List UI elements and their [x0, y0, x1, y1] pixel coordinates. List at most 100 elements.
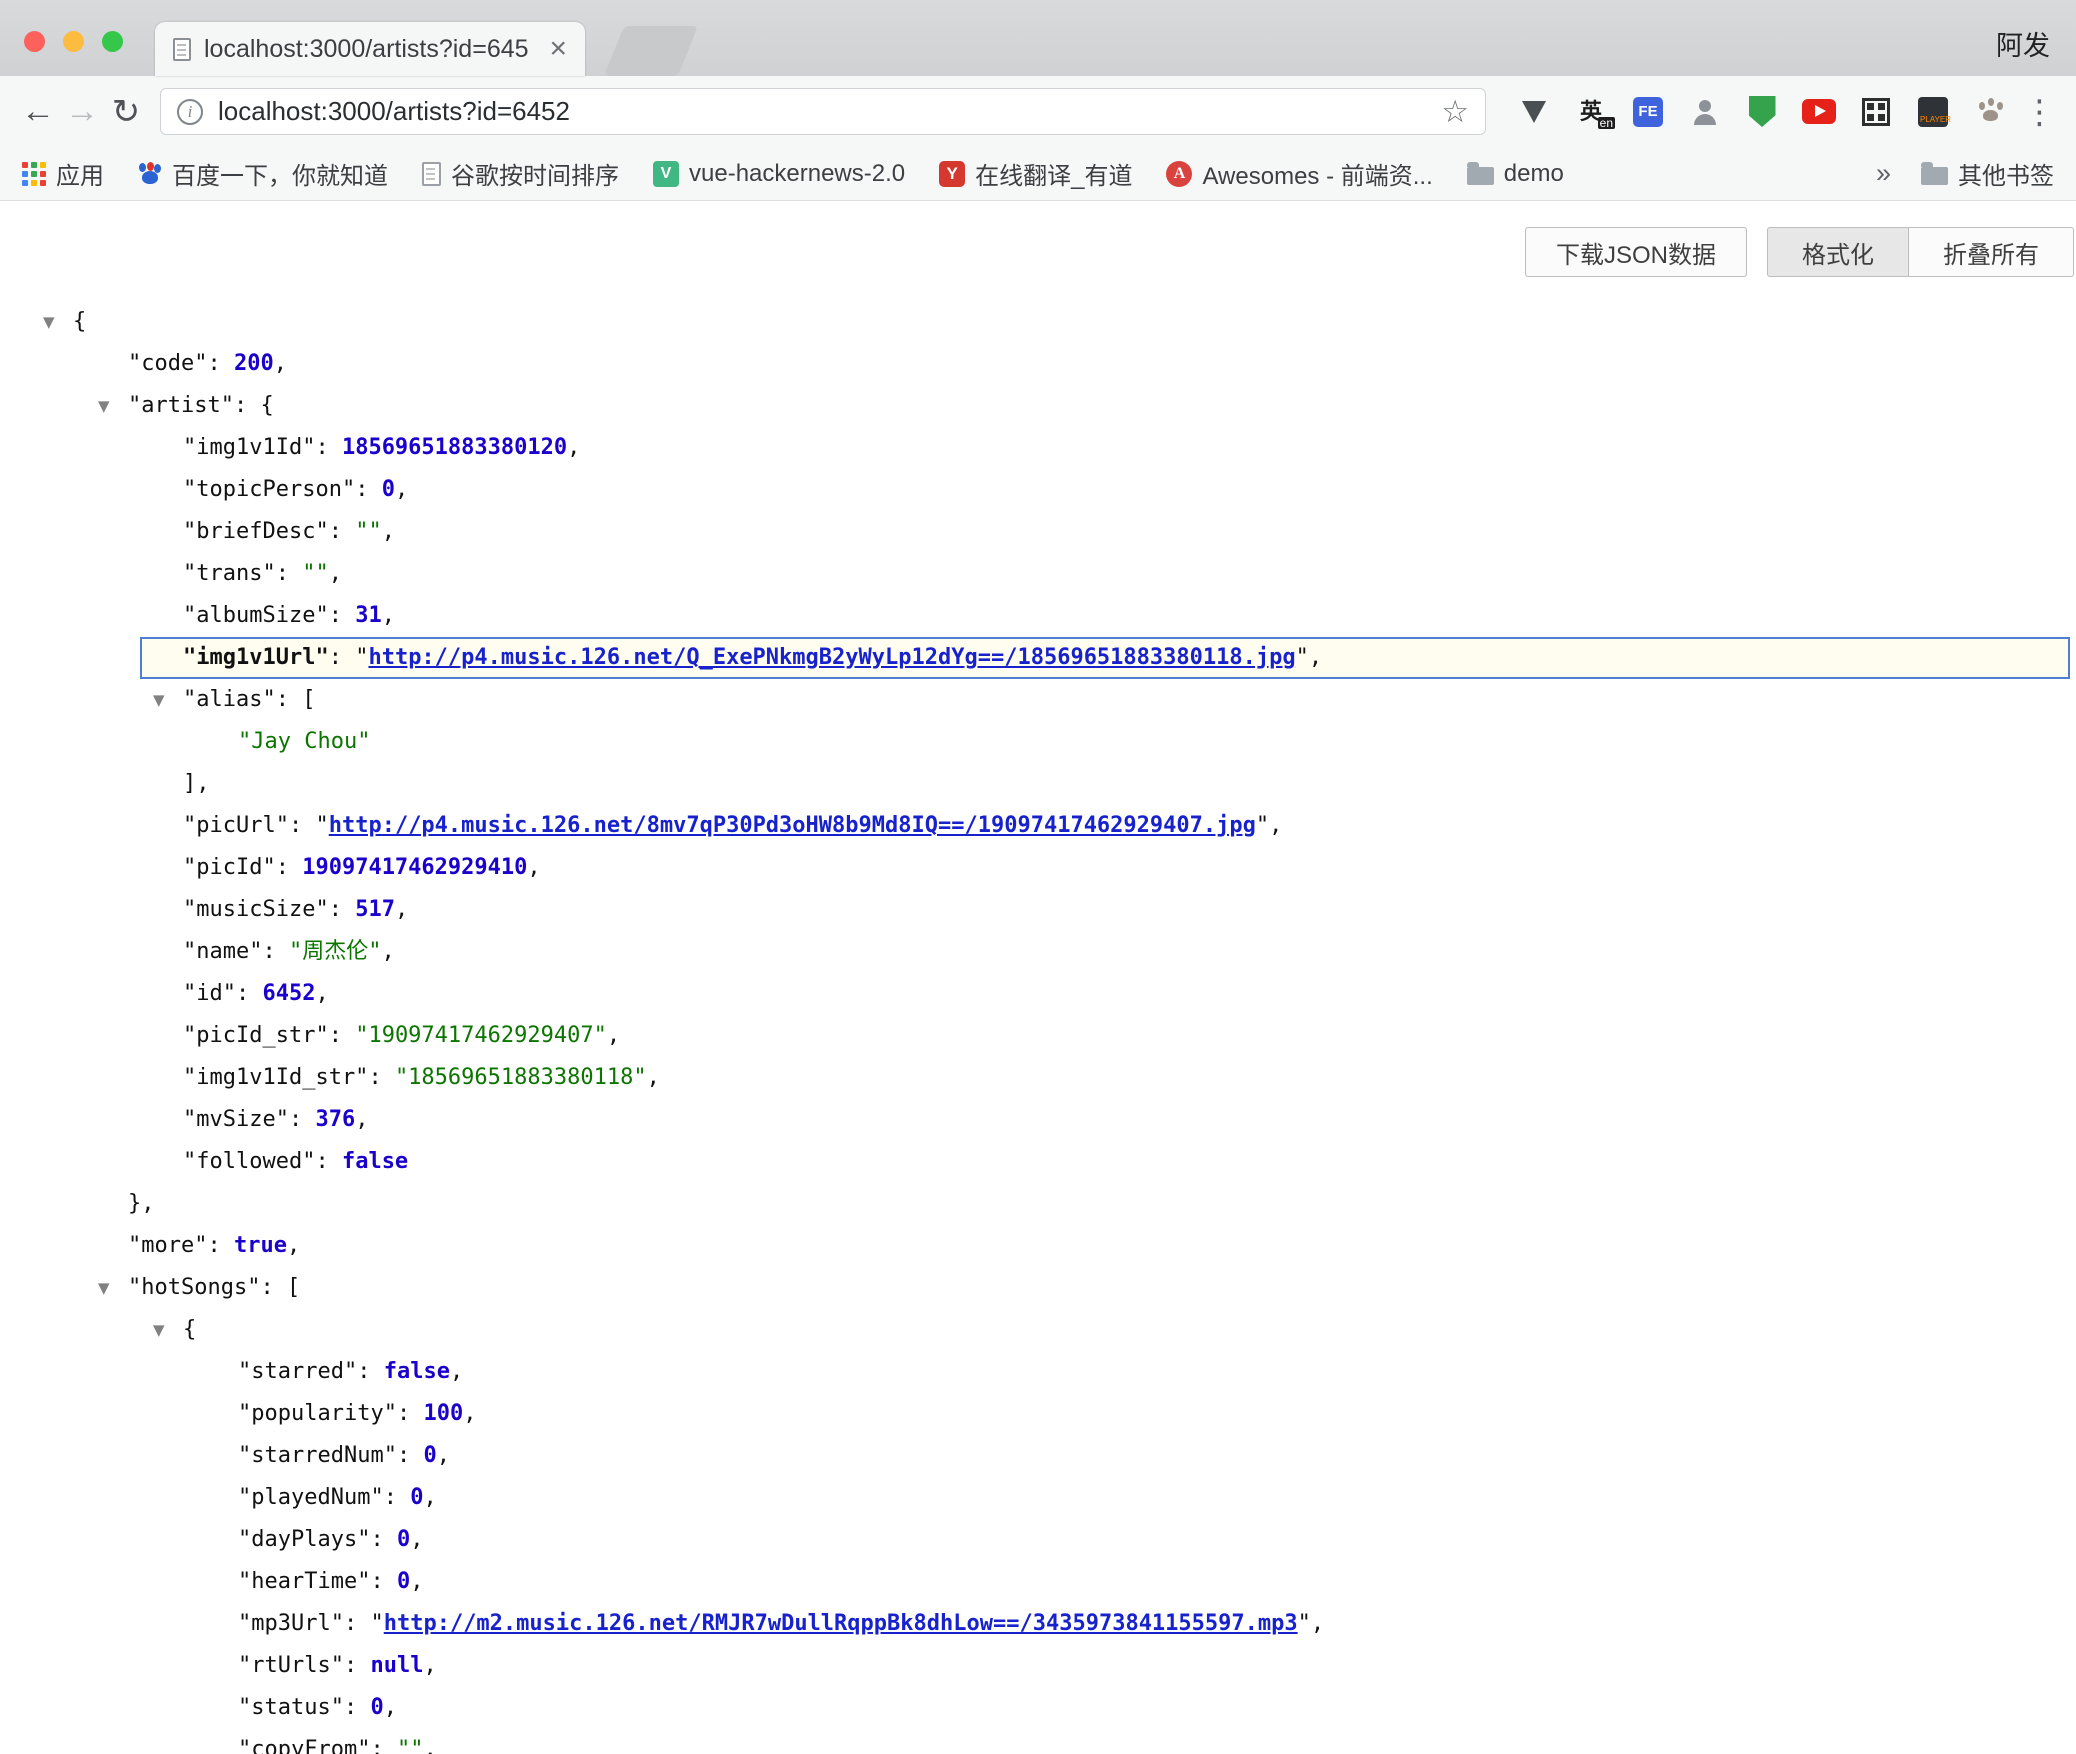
json-line: "name": "周杰伦",: [0, 931, 2076, 973]
extension-button[interactable]: [1517, 95, 1551, 129]
json-token: :: [276, 855, 303, 880]
json-token: ,: [423, 1485, 436, 1510]
json-token: "img1v1Id_str": [183, 1065, 368, 1090]
json-token: "albumSize": [183, 603, 329, 628]
extension-button[interactable]: [1916, 95, 1950, 129]
extension-button[interactable]: [1973, 95, 2007, 129]
download-json-button[interactable]: 下载JSON数据: [1525, 227, 1747, 277]
json-token: "copyFrom": [238, 1737, 370, 1754]
json-token: ": [315, 813, 328, 838]
json-token: :: [315, 1149, 342, 1174]
json-url-link[interactable]: http://p4.music.126.net/Q_ExePNkmgB2yWyL…: [368, 645, 1295, 670]
json-token: "picUrl": [183, 813, 289, 838]
bookmark-item[interactable]: Y在线翻译_有道: [939, 156, 1132, 191]
minimize-window-button[interactable]: [63, 31, 84, 52]
json-token: :: [355, 477, 382, 502]
json-token: ,: [410, 1527, 423, 1552]
player-extension-icon: [1918, 97, 1948, 127]
json-token: ,: [395, 477, 408, 502]
json-token: "mvSize": [183, 1107, 289, 1132]
bookmark-label: 在线翻译_有道: [975, 156, 1132, 191]
back-button[interactable]: ←: [16, 92, 60, 131]
forward-button: →: [60, 92, 104, 131]
json-token: :: [370, 1737, 397, 1754]
json-token: 6452: [262, 981, 315, 1006]
tab-close-icon[interactable]: ×: [549, 34, 567, 64]
bookmark-star-icon[interactable]: ☆: [1441, 94, 1469, 130]
json-token: :: [329, 645, 356, 670]
url-text[interactable]: localhost:3000/artists?id=6452: [218, 96, 1426, 127]
extension-button[interactable]: [1745, 95, 1779, 129]
collapse-all-button[interactable]: 折叠所有: [1909, 227, 2074, 277]
json-token: :: [329, 897, 356, 922]
bookmark-item[interactable]: 应用: [22, 156, 104, 191]
json-line: "Jay Chou": [0, 721, 2076, 763]
bookmarks-overflow-chevron[interactable]: »: [1876, 158, 1891, 189]
bookmark-item[interactable]: AAwesomes - 前端资...: [1166, 156, 1432, 191]
json-url-link[interactable]: http://p4.music.126.net/8mv7qP30Pd3oHW8b…: [329, 813, 1256, 838]
json-line: "starredNum": 0,: [0, 1435, 2076, 1477]
bookmark-item[interactable]: 谷歌按时间排序: [422, 156, 619, 191]
extension-button[interactable]: [1802, 95, 1836, 129]
json-token: "": [355, 519, 382, 544]
json-toolbar: 下载JSON数据 格式化 折叠所有: [0, 227, 2076, 277]
vue-icon: V: [653, 161, 679, 187]
json-line: "starred": false,: [0, 1351, 2076, 1393]
json-token: 100: [423, 1401, 463, 1426]
profile-name[interactable]: 阿发: [1996, 24, 2050, 63]
json-token: :: [397, 1401, 424, 1426]
json-token: :: [397, 1443, 424, 1468]
close-window-button[interactable]: [24, 31, 45, 52]
bookmark-item[interactable]: 百度一下，你就知道: [138, 156, 388, 191]
tab-strip: localhost:3000/artists?id=645 × 阿发: [0, 0, 2076, 76]
json-token: 18569651883380120: [342, 435, 567, 460]
json-token: ,: [384, 1695, 397, 1720]
collapse-triangle-icon[interactable]: ▼: [153, 679, 165, 721]
json-token: "briefDesc": [183, 519, 329, 544]
extension-button[interactable]: [1688, 95, 1722, 129]
json-token: ,: [395, 897, 408, 922]
json-token: {: [260, 393, 273, 418]
tab-title: localhost:3000/artists?id=645: [204, 35, 536, 64]
other-bookmarks-button[interactable]: 其他书签: [1921, 156, 2054, 191]
bookmark-item[interactable]: demo: [1467, 160, 1564, 188]
collapse-triangle-icon[interactable]: ▼: [153, 1309, 165, 1351]
collapse-triangle-icon[interactable]: ▼: [43, 301, 55, 343]
json-token: 517: [355, 897, 395, 922]
new-tab-button[interactable]: [604, 26, 698, 76]
extension-button[interactable]: FE: [1631, 95, 1665, 129]
json-token: :: [262, 939, 289, 964]
address-bar[interactable]: i localhost:3000/artists?id=6452 ☆: [160, 88, 1486, 135]
json-line: ▼"hotSongs": [: [0, 1267, 2076, 1309]
json-token: ,: [1269, 813, 1282, 838]
collapse-triangle-icon[interactable]: ▼: [98, 385, 110, 427]
format-button[interactable]: 格式化: [1767, 227, 1909, 277]
site-info-icon[interactable]: i: [177, 99, 203, 125]
json-token: "name": [183, 939, 262, 964]
bookmark-item[interactable]: Vvue-hackernews-2.0: [653, 160, 905, 188]
json-token: {: [183, 1317, 196, 1342]
json-token: ,: [329, 561, 342, 586]
json-line: "picUrl": "http://p4.music.126.net/8mv7q…: [0, 805, 2076, 847]
json-token: "rtUrls": [238, 1653, 344, 1678]
menu-kebab-icon[interactable]: ⋮: [2023, 92, 2056, 131]
json-line: "followed": false: [0, 1141, 2076, 1183]
collapse-triangle-icon[interactable]: ▼: [98, 1267, 110, 1309]
json-line: ▼{: [0, 1309, 2076, 1351]
json-token: :: [236, 981, 263, 1006]
json-token: :: [384, 1485, 411, 1510]
json-token: :: [329, 519, 356, 544]
json-line: "briefDesc": "",: [0, 511, 2076, 553]
json-token: :: [344, 1695, 371, 1720]
reload-button[interactable]: ↻: [104, 92, 148, 132]
extension-button[interactable]: [1859, 95, 1893, 129]
json-line: "topicPerson": 0,: [0, 469, 2076, 511]
zoom-window-button[interactable]: [102, 31, 123, 52]
json-url-link[interactable]: http://m2.music.126.net/RMJR7wDullRqppBk…: [384, 1611, 1298, 1636]
json-line: "albumSize": 31,: [0, 595, 2076, 637]
json-token: ,: [423, 1737, 436, 1754]
extension-button[interactable]: 英en: [1574, 95, 1608, 129]
json-token: false: [342, 1149, 408, 1174]
json-line: "mp3Url": "http://m2.music.126.net/RMJR7…: [0, 1603, 2076, 1645]
browser-tab[interactable]: localhost:3000/artists?id=645 ×: [155, 22, 585, 76]
